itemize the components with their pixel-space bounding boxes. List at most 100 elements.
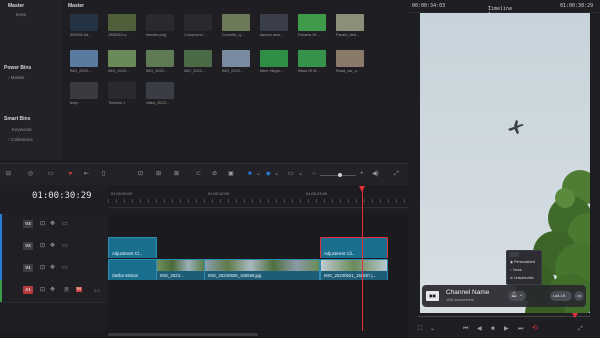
reverse-play-icon[interactable]: ◀ [477,326,482,332]
chevron-down-icon[interactable]: ⌄ [430,326,435,332]
image-clip[interactable]: IMG_2023... [156,259,205,281]
dislike-button[interactable]: 👎︎ [574,291,584,301]
timeline-view-options-icon[interactable]: ⊟ [6,171,11,177]
clip-thumbnail[interactable] [146,14,174,31]
viewer-frame[interactable]: ◼◼ Channel Name 10M subscribers 🔔︎ ⌄ 👍︎4… [420,13,590,313]
lock-icon[interactable]: ⊡ [40,287,45,293]
eye-icon[interactable]: ◎ [28,171,33,177]
move-icon[interactable]: ✥ [50,243,55,249]
clip-thumbnail[interactable] [108,50,136,67]
chevron-down-icon[interactable]: ⌄ [256,171,261,177]
lock-icon[interactable]: ⊡ [40,243,45,249]
track-lane-v1[interactable]: Stellar Motion IMG_2023... IMG_20230608_… [108,258,408,281]
image-clip[interactable]: IMG_20230608_150558.jpg [204,259,320,281]
clip-thumbnail[interactable] [260,14,288,31]
zoom-in-icon[interactable]: + [360,171,364,177]
clip-view-icon[interactable]: ▭ [48,171,54,177]
replace-icon[interactable]: ⊠ [174,171,179,177]
track-id-tag[interactable]: V1 [23,264,33,272]
fullscreen-icon[interactable]: ⤢ [578,326,583,332]
clip-thumbnail[interactable] [108,14,136,31]
clip-thumbnail[interactable] [184,14,212,31]
track-id-tag[interactable]: A1 [23,286,33,294]
smart-bins-keywords[interactable]: Keywords [12,127,32,132]
play-icon[interactable]: ▶ [504,326,509,332]
zoom-slider-handle[interactable] [338,173,342,177]
viewer-playhead[interactable] [572,313,578,318]
adjustment-clip[interactable]: Adjustment Cl... [108,237,157,259]
clip-thumbnail[interactable] [336,14,364,31]
marker-icon[interactable]: ◆ [266,171,271,177]
enable-video-icon[interactable]: ▭ [62,243,68,249]
move-icon[interactable]: ✥ [50,287,55,293]
track-lane-v3[interactable] [108,214,408,237]
bell-icon: ◉ [510,260,514,264]
adjustment-clip-selected[interactable]: Adjustment Cli... [320,237,388,259]
chevron-down-icon[interactable]: ⌄ [298,171,303,177]
fullscreen-icon[interactable]: ⤢ [394,171,399,177]
skip-end-icon[interactable]: ⏭ [518,326,523,332]
trim-tool-icon[interactable]: ⇤ [84,171,89,177]
menu-item-unsubscribe[interactable]: ⊘ Unsubscribe [510,276,534,280]
clip-thumbnail[interactable] [70,82,98,99]
sidebar-master-label[interactable]: Master [8,3,24,9]
track-lane-v2[interactable]: Adjustment Cl... Adjustment Cli... [108,236,408,259]
loop-icon[interactable]: ⟲ [532,325,538,332]
clip-thumbnail[interactable] [298,14,326,31]
zoom-out-icon[interactable]: − [312,171,316,177]
move-icon[interactable]: ✥ [50,265,55,271]
clip-thumbnail[interactable] [298,50,326,67]
speaker-icon[interactable]: ◀) [372,171,379,177]
clip-thumbnail-label: Corvette_q... [222,33,244,37]
clip-thumbnail[interactable] [222,14,250,31]
stellar-motion-clip[interactable]: Stellar Motion [108,259,157,281]
timeline-scrollbar[interactable] [0,331,408,338]
menu-item-none[interactable]: ◌ None [510,268,522,272]
enable-video-icon[interactable]: ▭ [62,265,68,271]
overwrite-icon[interactable]: ⊞ [156,171,161,177]
timeline-playhead[interactable] [362,186,363,331]
clip-thumbnail[interactable] [146,82,174,99]
clip-thumbnail[interactable] [70,14,98,31]
enable-video-icon[interactable]: ▭ [62,221,68,227]
clip-thumbnail[interactable] [70,50,98,67]
timeline-timecode[interactable]: 01:00:30:29 [32,191,92,201]
scrollbar-thumb[interactable] [108,333,258,336]
subscribe-toggle[interactable]: 🔔︎ ⌄ [508,291,526,301]
move-icon[interactable]: ✥ [50,221,55,227]
chevron-down-icon[interactable]: ⌄ [274,171,279,177]
clip-thumbnail[interactable] [222,50,250,67]
image-clip[interactable]: IMG_20230621_150857.j... [320,259,388,281]
track-id-tag[interactable]: V2 [23,242,33,250]
smart-bins-collections[interactable]: › Collections [8,137,33,142]
crop-icon[interactable]: ⛶ [418,326,422,332]
clip-thumbnail[interactable] [108,82,136,99]
selection-arrow-icon[interactable]: ➤ [68,171,73,177]
menu-item-personalised[interactable]: ◉ Personalised [510,260,535,264]
blade-icon[interactable]: ▯ [102,171,105,177]
stop-icon[interactable]: ■ [491,326,495,332]
zoom-preset-icon[interactable]: ▭ [288,171,294,177]
lock-icon[interactable]: ▣ [228,171,234,177]
lock-icon[interactable]: ⊡ [40,265,45,271]
clip-thumbnail[interactable] [260,50,288,67]
sidebar-item-temp[interactable]: temp [16,12,26,17]
clip-thumbnail[interactable] [336,50,364,67]
timeline-empty-area[interactable] [108,302,408,331]
playhead-handle[interactable] [359,186,365,192]
link-icon[interactable]: ⊘ [212,171,217,177]
viewer-scrubber[interactable] [418,316,590,317]
flag-icon[interactable]: ■ [248,171,252,177]
solo-icon[interactable]: S [64,286,70,292]
track-lane-a1[interactable] [108,280,408,303]
track-id-tag[interactable]: V3 [23,220,33,228]
clip-thumbnail[interactable] [184,50,212,67]
power-bins-master[interactable]: › Master [8,75,25,80]
clip-thumbnail[interactable] [146,50,174,67]
mute-icon[interactable]: M [76,286,82,292]
insert-icon[interactable]: ⊡ [138,171,143,177]
lock-icon[interactable]: ⊡ [40,221,45,227]
skip-start-icon[interactable]: ⏮ [463,326,468,332]
snapping-icon[interactable]: ⊂ [196,171,201,177]
like-button[interactable]: 👍︎4.1K [550,291,572,301]
